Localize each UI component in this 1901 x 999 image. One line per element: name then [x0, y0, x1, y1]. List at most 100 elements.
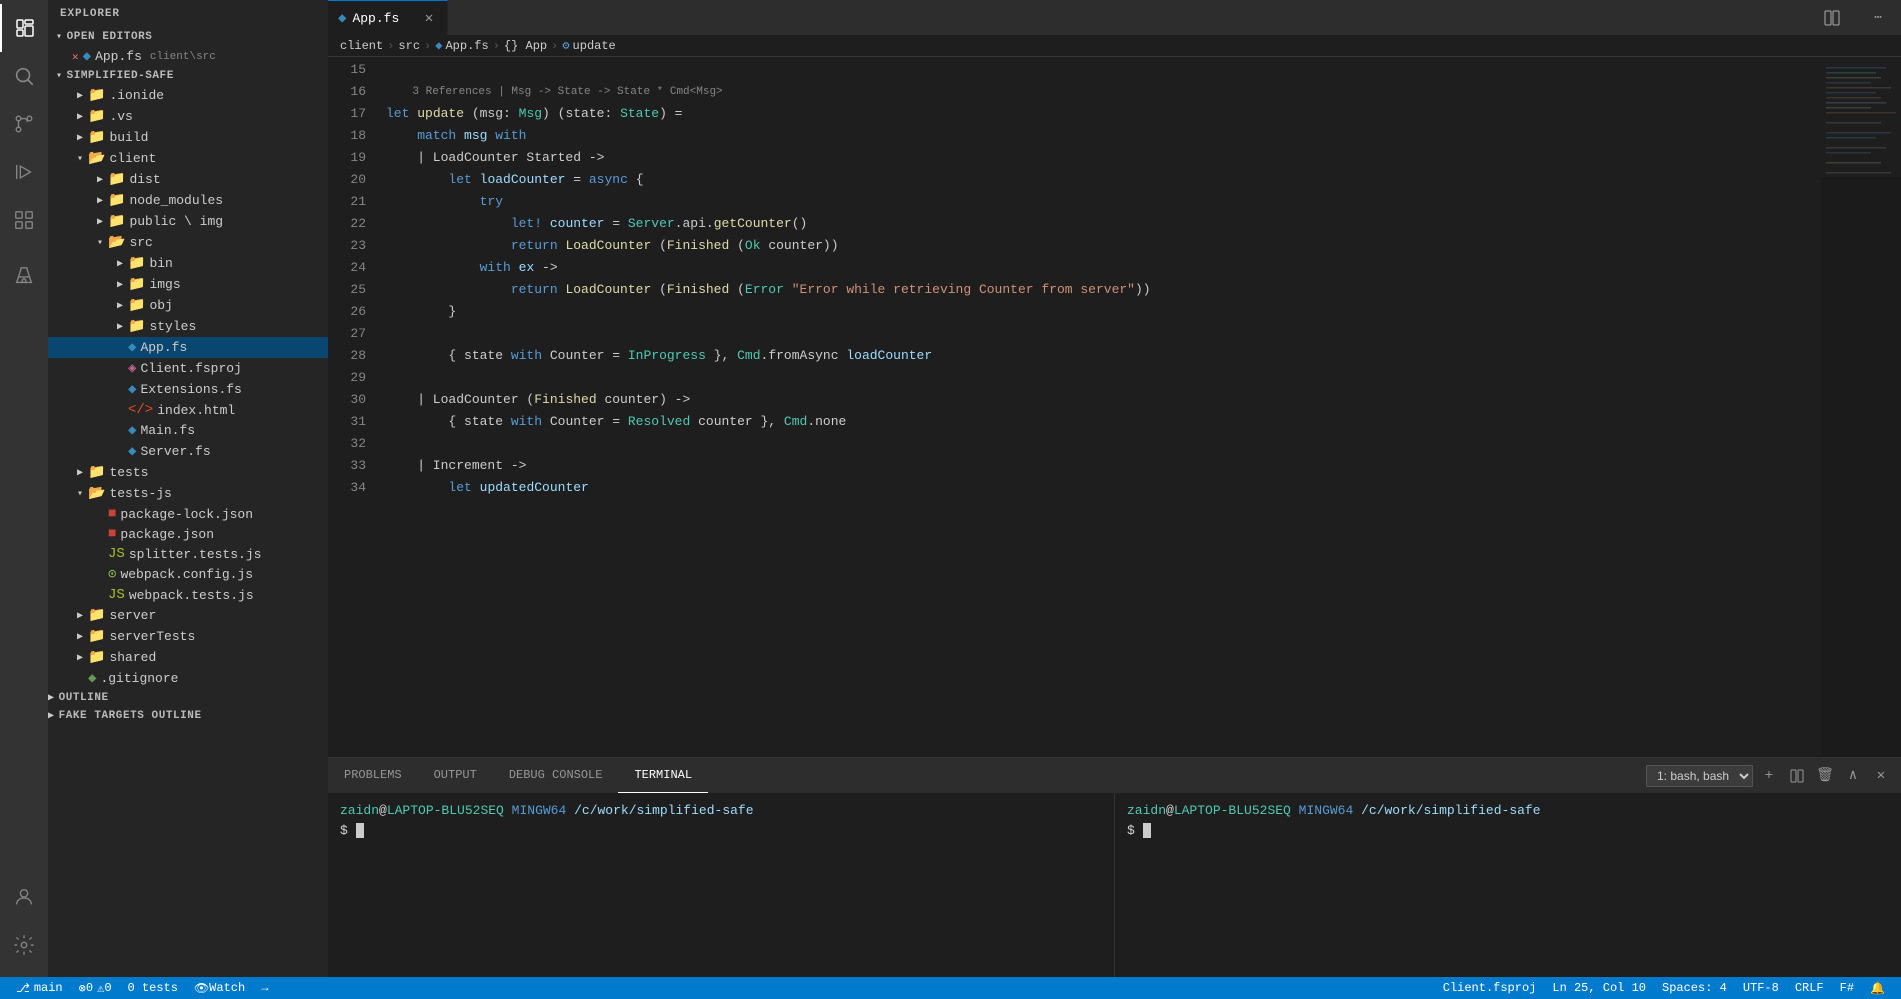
- status-notifications[interactable]: 🔔: [1862, 977, 1893, 999]
- fake-targets-header[interactable]: ▶ FAKE TARGETS OUTLINE: [48, 707, 328, 725]
- run-debug-icon[interactable]: [0, 148, 48, 196]
- close-panel-btn[interactable]: ✕: [1869, 764, 1893, 788]
- breadcrumb-app[interactable]: {} App: [504, 39, 547, 53]
- public-img-label: public \ img: [129, 214, 223, 229]
- open-editors-header[interactable]: ▾ OPEN EDITORS: [48, 28, 328, 46]
- tree-obj[interactable]: ▶ 📁 obj: [48, 295, 328, 316]
- tab-problems[interactable]: PROBLEMS: [328, 758, 418, 793]
- breadcrumb-appfs[interactable]: App.fs: [445, 39, 488, 53]
- tree-dist[interactable]: ▶ 📁 dist: [48, 169, 328, 190]
- tree-appfs[interactable]: ◆ App.fs: [48, 337, 328, 358]
- tab-appfs-close[interactable]: ✕: [421, 10, 437, 26]
- obj-icon: 📁: [128, 297, 145, 314]
- status-right: Client.fsproj Ln 25, Col 10 Spaces: 4 UT…: [1435, 977, 1893, 999]
- terminal-cursor-1: [356, 823, 364, 838]
- fake-targets-label: FAKE TARGETS OUTLINE: [59, 710, 202, 722]
- trash-terminal-btn[interactable]: 🗑: [1813, 764, 1837, 788]
- code-line-25: return LoadCounter (Finished (Error "Err…: [386, 279, 1821, 301]
- tree-webpack-tests[interactable]: JS webpack.tests.js: [48, 585, 328, 605]
- status-errors[interactable]: ⊗ 0 ⚠ 0: [71, 977, 120, 999]
- tree-node-modules[interactable]: ▶ 📁 node_modules: [48, 190, 328, 211]
- status-project-label: Client.fsproj: [1443, 981, 1537, 995]
- explorer-icon[interactable]: [0, 4, 48, 52]
- accounts-icon[interactable]: [0, 873, 48, 921]
- tab-terminal[interactable]: TERMINAL: [618, 758, 708, 793]
- status-watch[interactable]: 👁 Watch: [186, 977, 253, 999]
- shared-arrow: ▶: [72, 652, 88, 664]
- status-language[interactable]: F#: [1832, 977, 1862, 999]
- tree-main-fs[interactable]: ◆ Main.fs: [48, 420, 328, 441]
- tree-splitter-tests[interactable]: JS splitter.tests.js: [48, 544, 328, 564]
- code-line-16: 3 References | Msg -> State -> State * C…: [386, 81, 1821, 103]
- styles-arrow: ▶: [112, 321, 128, 333]
- extensions-icon[interactable]: [0, 196, 48, 244]
- status-eol[interactable]: CRLF: [1787, 977, 1832, 999]
- status-branch[interactable]: ⎇ main: [8, 977, 71, 999]
- tree-webpack-config[interactable]: ⊙ webpack.config.js: [48, 564, 328, 585]
- status-notifications-icon: 🔔: [1870, 981, 1885, 996]
- simplified-safe-label: SIMPLIFIED-SAFE: [67, 70, 174, 82]
- breadcrumb-src[interactable]: src: [398, 39, 420, 53]
- more-actions-icon[interactable]: ⋯: [1855, 0, 1901, 35]
- settings-icon[interactable]: [0, 921, 48, 969]
- tree-client-fsproj[interactable]: ◈ Client.fsproj: [48, 358, 328, 379]
- status-arrow[interactable]: →: [253, 977, 276, 999]
- tab-output-label: OUTPUT: [434, 768, 477, 782]
- code-content[interactable]: 3 References | Msg -> State -> State * C…: [378, 57, 1821, 757]
- maximize-panel-btn[interactable]: ∧: [1841, 764, 1865, 788]
- open-editors-label: OPEN EDITORS: [67, 31, 153, 43]
- imgs-label: imgs: [149, 277, 180, 292]
- tree-src[interactable]: ▾ 📂 src: [48, 232, 328, 253]
- tree-imgs[interactable]: ▶ 📁 imgs: [48, 274, 328, 295]
- dist-folder-icon: 📁: [108, 171, 125, 188]
- split-terminal-btn[interactable]: [1785, 764, 1809, 788]
- tree-ionide[interactable]: ▶ 📁 .ionide: [48, 85, 328, 106]
- status-position[interactable]: Ln 25, Col 10: [1544, 977, 1654, 999]
- status-tests[interactable]: 0 tests: [120, 977, 186, 999]
- tab-debug-console[interactable]: DEBUG CONSOLE: [493, 758, 619, 793]
- status-project[interactable]: Client.fsproj: [1435, 977, 1545, 999]
- tab-appfs[interactable]: ◆ App.fs ✕: [328, 0, 448, 35]
- tree-gitignore[interactable]: ◆ .gitignore: [48, 668, 328, 689]
- search-activity-icon[interactable]: [0, 52, 48, 100]
- tree-tests[interactable]: ▶ 📁 tests: [48, 462, 328, 483]
- open-editor-appfs[interactable]: ✕ ◆ App.fs client\src: [48, 46, 328, 67]
- tree-server-fs[interactable]: ◆ Server.fs: [48, 441, 328, 462]
- tree-package-lock[interactable]: ■ package-lock.json: [48, 504, 328, 524]
- tree-bin[interactable]: ▶ 📁 bin: [48, 253, 328, 274]
- terminal-selector[interactable]: 1: bash, bash: [1646, 765, 1753, 787]
- terminal-pane-1[interactable]: zaidn@LAPTOP-BLU52SEQ MINGW64 /c/work/si…: [328, 793, 1114, 977]
- tree-tests-js[interactable]: ▾ 📂 tests-js: [48, 483, 328, 504]
- tree-vs[interactable]: ▶ 📁 .vs: [48, 106, 328, 127]
- tab-output[interactable]: OUTPUT: [418, 758, 493, 793]
- breadcrumb-update[interactable]: update: [573, 39, 616, 53]
- node-modules-label: node_modules: [129, 193, 223, 208]
- tree-server[interactable]: ▶ 📁 server: [48, 605, 328, 626]
- sidebar-content[interactable]: ▾ OPEN EDITORS ✕ ◆ App.fs client\src ▾ S…: [48, 28, 328, 977]
- outline-header[interactable]: ▶ OUTLINE: [48, 689, 328, 707]
- tests-js-icon: 📂: [88, 485, 105, 502]
- tree-shared[interactable]: ▶ 📁 shared: [48, 647, 328, 668]
- split-editor-icon[interactable]: [1809, 0, 1855, 35]
- tree-build[interactable]: ▶ 📁 build: [48, 127, 328, 148]
- tree-index-html[interactable]: </> index.html: [48, 400, 328, 420]
- breadcrumb-client[interactable]: client: [340, 39, 383, 53]
- tree-client[interactable]: ▾ 📂 client: [48, 148, 328, 169]
- test-icon[interactable]: [0, 252, 48, 300]
- tree-public-img[interactable]: ▶ 📁 public \ img: [48, 211, 328, 232]
- status-encoding[interactable]: UTF-8: [1735, 977, 1787, 999]
- terminal-user-2: zaidn: [1127, 803, 1166, 818]
- tree-extensions-fs[interactable]: ◆ Extensions.fs: [48, 379, 328, 400]
- terminal-pane-2[interactable]: zaidn@LAPTOP-BLU52SEQ MINGW64 /c/work/si…: [1115, 793, 1901, 977]
- simplified-safe-header[interactable]: ▾ SIMPLIFIED-SAFE: [48, 67, 328, 85]
- source-control-icon[interactable]: [0, 100, 48, 148]
- styles-label: styles: [149, 319, 196, 334]
- imgs-arrow: ▶: [112, 279, 128, 291]
- terminal-prompt-2: $: [1127, 823, 1143, 838]
- tree-server-tests[interactable]: ▶ 📁 serverTests: [48, 626, 328, 647]
- breadcrumb-update-icon: ⚙: [562, 38, 569, 53]
- tree-styles[interactable]: ▶ 📁 styles: [48, 316, 328, 337]
- status-spaces[interactable]: Spaces: 4: [1654, 977, 1735, 999]
- tree-package-json[interactable]: ■ package.json: [48, 524, 328, 544]
- add-terminal-btn[interactable]: +: [1757, 764, 1781, 788]
